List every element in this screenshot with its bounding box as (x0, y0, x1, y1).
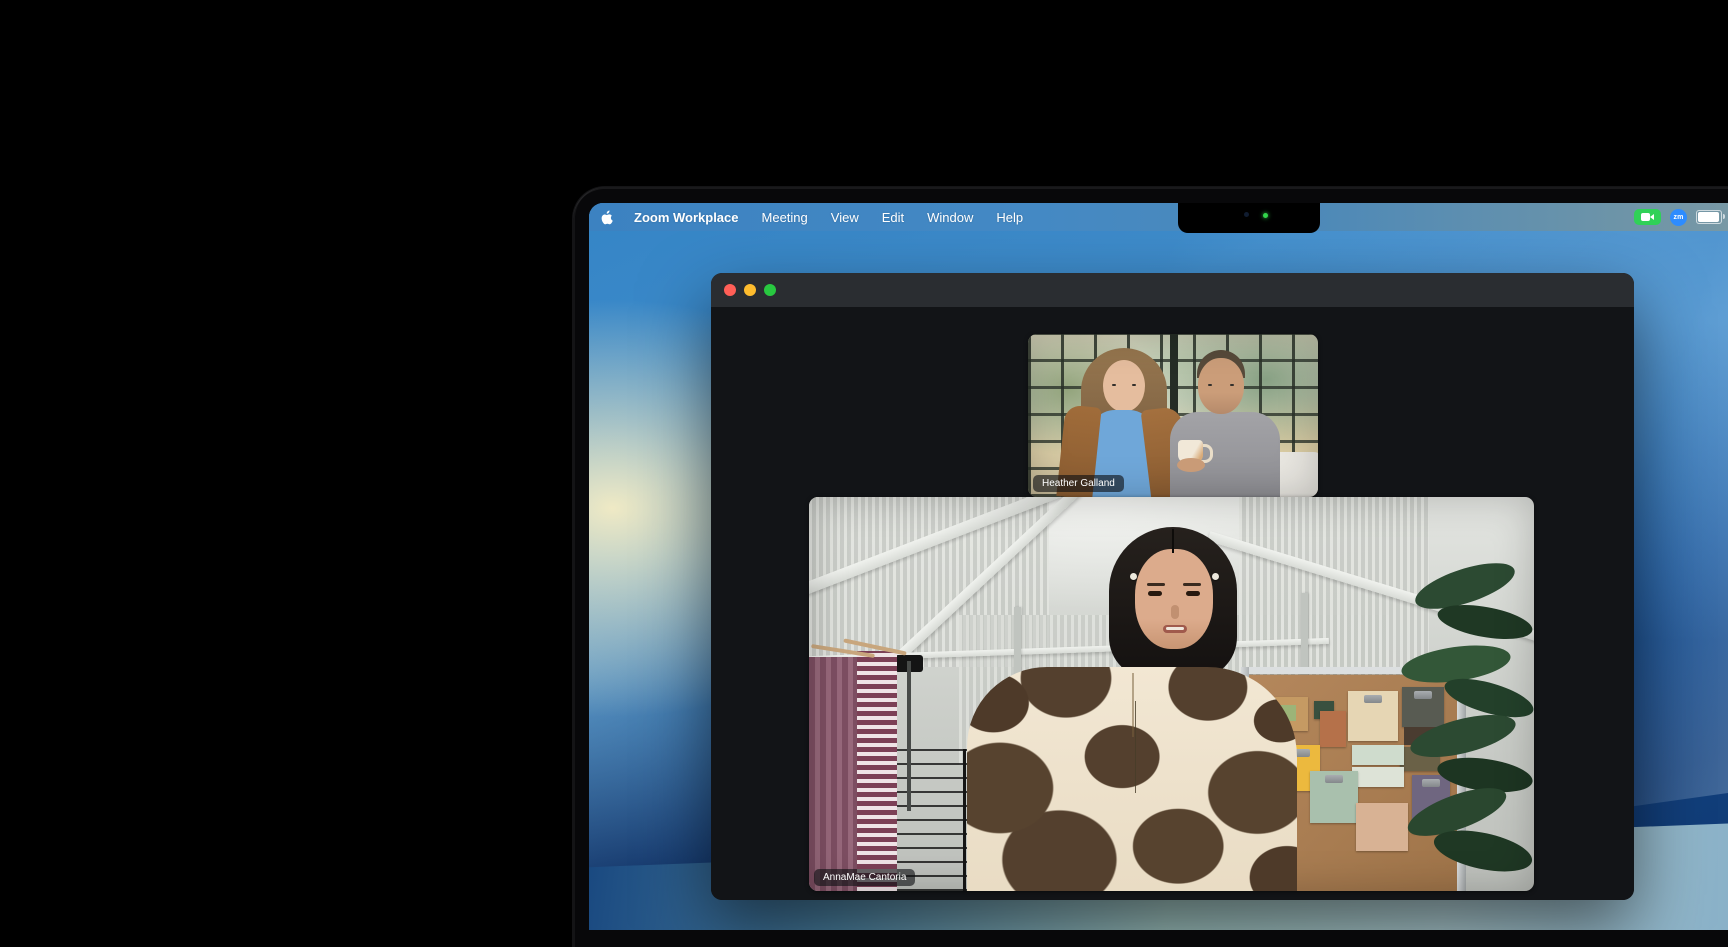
macbook-frame: Zoom Workplace Meeting View Edit Window … (573, 187, 1728, 947)
annamae-blouse (967, 667, 1297, 891)
window-titlebar[interactable] (711, 273, 1634, 307)
minimize-button[interactable] (744, 284, 756, 296)
fullscreen-button[interactable] (764, 284, 776, 296)
man-hand (1177, 458, 1205, 472)
macbook-screen: Zoom Workplace Meeting View Edit Window … (589, 203, 1728, 930)
swatch (1320, 711, 1346, 747)
swatch (1348, 691, 1398, 741)
traffic-lights (724, 284, 776, 296)
video-camera-icon (1641, 213, 1654, 221)
swatch (1310, 771, 1358, 823)
display-notch (1178, 203, 1320, 233)
menu-meeting[interactable]: Meeting (758, 210, 812, 225)
man-face (1198, 358, 1244, 414)
camera-indicator-light (1263, 213, 1268, 218)
apple-logo-icon (601, 210, 614, 225)
battery-icon[interactable] (1696, 210, 1722, 224)
close-button[interactable] (724, 284, 736, 296)
menu-view[interactable]: View (827, 210, 863, 225)
zoom-menubar-icon[interactable]: zm (1670, 209, 1687, 226)
menu-window[interactable]: Window (923, 210, 977, 225)
swatch (1352, 745, 1404, 765)
woman-face (1103, 360, 1145, 412)
participant-name-label: Heather Galland (1033, 475, 1124, 492)
facetime-camera-dot (1244, 212, 1249, 217)
zoom-meeting-window: Heather Galland (711, 273, 1634, 900)
hair-part (1172, 529, 1174, 553)
rack-pole (907, 661, 911, 811)
video-tile-annamae[interactable]: AnnaMae Cantoria (809, 497, 1534, 891)
macos-menubar: Zoom Workplace Meeting View Edit Window … (589, 203, 1728, 231)
necklace (1135, 701, 1136, 793)
video-tile-heather[interactable]: Heather Galland (1028, 334, 1318, 497)
menubar-menus: Zoom Workplace Meeting View Edit Window … (630, 210, 1027, 225)
menu-edit[interactable]: Edit (878, 210, 908, 225)
eye (1132, 384, 1136, 386)
battery-nub (1723, 214, 1725, 219)
striped-fabric-rack (809, 647, 903, 891)
apple-menu[interactable] (601, 210, 614, 225)
battery-fill (1698, 212, 1719, 222)
earring (1130, 573, 1137, 580)
eye (1112, 384, 1116, 386)
menu-app-name[interactable]: Zoom Workplace (630, 210, 743, 225)
swatch (1356, 803, 1408, 851)
potted-plant (1407, 563, 1534, 891)
swatch (1352, 767, 1404, 787)
menu-help[interactable]: Help (992, 210, 1027, 225)
meeting-canvas: Heather Galland (711, 307, 1634, 900)
participant-name-label: AnnaMae Cantoria (814, 869, 915, 886)
eye (1148, 591, 1162, 596)
eye (1186, 591, 1200, 596)
menubar-status-icons: zm (1634, 203, 1722, 231)
annamae-face (1135, 549, 1213, 649)
eye (1208, 384, 1212, 386)
camera-in-use-indicator[interactable] (1634, 209, 1661, 225)
earring (1212, 573, 1219, 580)
eye (1230, 384, 1234, 386)
